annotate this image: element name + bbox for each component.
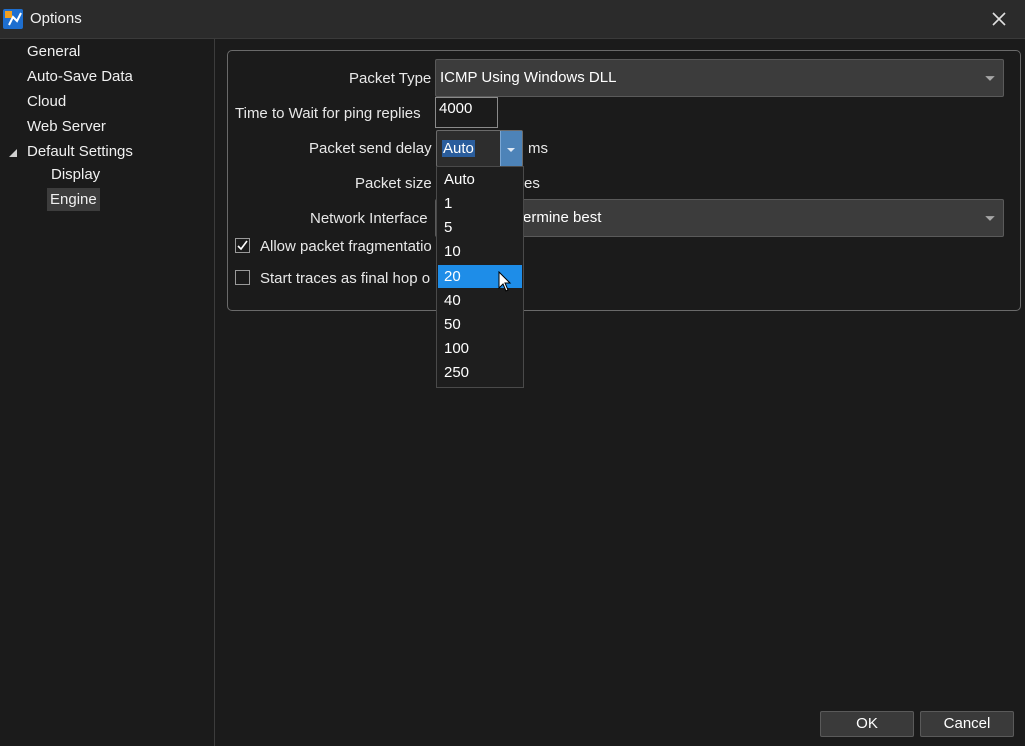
sidebar-item-label: General (27, 43, 81, 60)
packet-type-combobox[interactable]: ICMP Using Windows DLL (435, 59, 1004, 97)
packet-size-unit: es (524, 175, 540, 192)
sidebar-item-engine[interactable]: Engine (47, 188, 100, 211)
sidebar-item-display[interactable]: Display (48, 163, 103, 186)
start-traces-checkbox[interactable] (235, 270, 250, 285)
send-delay-label: Packet send delay (309, 140, 432, 157)
sidebar-item-default-settings[interactable]: Default Settings (24, 140, 136, 163)
app-icon (3, 9, 23, 29)
chevron-down-icon (985, 76, 995, 81)
sidebar-item-label: Web Server (27, 118, 106, 135)
dropdown-option-5[interactable]: 5 (438, 216, 522, 239)
dropdown-option-auto[interactable]: Auto (438, 168, 522, 191)
dropdown-option-100[interactable]: 100 (438, 337, 522, 360)
sidebar-item-auto-save-data[interactable]: Auto-Save Data (24, 65, 136, 88)
dropdown-option-250[interactable]: 250 (438, 361, 522, 384)
sidebar-item-cloud[interactable]: Cloud (24, 90, 69, 113)
wait-time-input[interactable]: 4000 (435, 97, 498, 128)
sidebar-item-label: Default Settings (27, 143, 133, 160)
sidebar-item-general[interactable]: General (24, 40, 83, 63)
window-title: Options (30, 10, 82, 27)
network-interface-value: ermine best (523, 209, 602, 226)
title-bar: Options (0, 0, 1025, 39)
sidebar-item-label: Engine (50, 191, 97, 208)
sidebar-item-label: Cloud (27, 93, 67, 110)
packet-type-value: ICMP Using Windows DLL (440, 69, 617, 86)
checkmark-icon (237, 240, 248, 251)
dropdown-option-1[interactable]: 1 (438, 192, 522, 215)
sidebar-item-label: Auto-Save Data (27, 68, 133, 85)
packet-type-label: Packet Type (349, 70, 432, 87)
allow-fragmentation-checkbox[interactable] (235, 238, 250, 253)
start-traces-label: Start traces as final hop o (260, 270, 431, 287)
network-interface-label: Network Interface (310, 210, 428, 227)
dropdown-option-10[interactable]: 10 (438, 240, 522, 263)
wait-time-label: Time to Wait for ping replies (235, 105, 421, 122)
cancel-button[interactable]: Cancel (920, 711, 1014, 737)
close-icon (992, 12, 1006, 26)
sidebar-item-label: Display (51, 166, 101, 183)
mouse-pointer-icon (498, 271, 512, 292)
close-button[interactable] (973, 0, 1025, 38)
chevron-down-icon (985, 216, 995, 221)
chevron-down-icon (507, 148, 515, 152)
packet-size-label: Packet size (355, 175, 432, 192)
dropdown-option-50[interactable]: 50 (438, 313, 522, 336)
allow-fragmentation-label: Allow packet fragmentatio (260, 238, 432, 255)
send-delay-dropdown-button[interactable] (500, 131, 522, 166)
ok-button[interactable]: OK (820, 711, 914, 737)
sidebar: General Auto-Save Data Cloud Web Server … (0, 39, 215, 746)
sidebar-item-web-server[interactable]: Web Server (24, 115, 109, 138)
send-delay-value: Auto (442, 140, 475, 157)
expand-triangle-icon[interactable] (8, 148, 18, 158)
send-delay-unit: ms (528, 140, 548, 157)
send-delay-combobox[interactable]: Auto (436, 130, 523, 167)
